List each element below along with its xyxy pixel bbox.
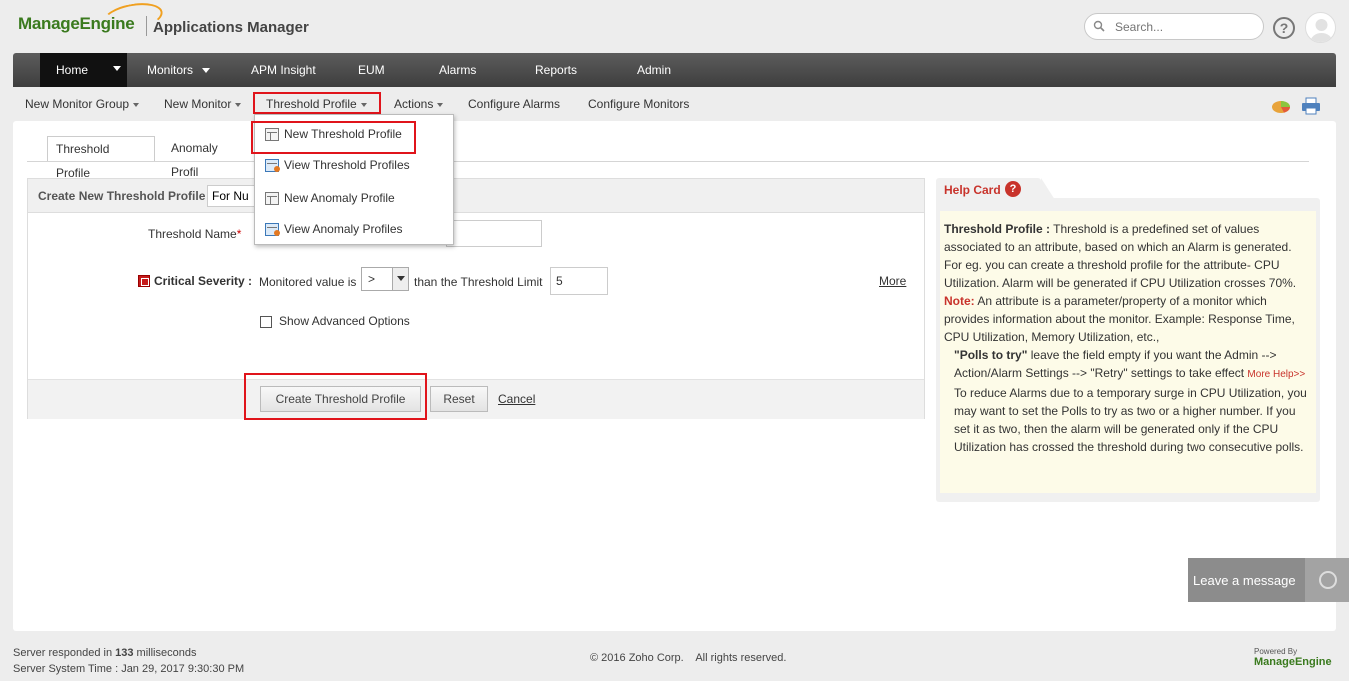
nav-monitors[interactable]: Monitors <box>147 53 211 87</box>
tab-underline <box>27 161 1309 162</box>
nav-admin[interactable]: Admin <box>637 53 671 87</box>
subnav-configure-monitors[interactable]: Configure Monitors <box>588 97 689 111</box>
more-link[interactable]: More <box>879 274 906 288</box>
threshold-name-label: Threshold Name* <box>148 227 241 241</box>
server-info: Server responded in 133 milliseconds Ser… <box>13 645 244 677</box>
help-reduce-paragraph: To reduce Alarms due to a temporary surg… <box>954 386 1307 454</box>
nav-alarms[interactable]: Alarms <box>439 53 476 87</box>
help-polls-term: "Polls to try" <box>954 348 1028 362</box>
condition-select[interactable]: > <box>361 267 409 291</box>
chevron-down-icon[interactable] <box>392 268 408 290</box>
server-system-time: Server System Time : Jan 29, 2017 9:30:3… <box>13 663 245 675</box>
cancel-link[interactable]: Cancel <box>498 392 535 406</box>
help-card-body: Threshold Profile : Threshold is a prede… <box>936 198 1320 502</box>
help-note-paragraph: Note: An attribute is a parameter/proper… <box>944 292 1312 346</box>
critical-severity-label: Critical Severity : <box>154 274 253 288</box>
help-polls-paragraph: "Polls to try" leave the field empty if … <box>944 346 1312 384</box>
print-icon[interactable] <box>1301 97 1321 115</box>
highlight-box-create-button <box>244 373 427 420</box>
tab-threshold-profile[interactable]: Threshold Profile <box>47 136 155 180</box>
highlight-box-new-threshold-profile <box>251 121 416 154</box>
critical-severity-icon <box>138 275 150 287</box>
advanced-options-checkbox[interactable] <box>260 316 272 328</box>
subnav-configure-alarms[interactable]: Configure Alarms <box>468 97 560 111</box>
powered-by-brand: ManageEngine <box>1254 656 1332 668</box>
threshold-form: Create New Threshold Profile For Nu Thre… <box>27 178 925 419</box>
form-footer: Create Threshold Profile Reset Cancel <box>28 379 924 419</box>
help-note-text: An attribute is a parameter/property of … <box>944 294 1295 344</box>
pie-chart-icon[interactable] <box>1271 98 1291 114</box>
sub-nav: New Monitor Group New Monitor Threshold … <box>13 90 1336 120</box>
advanced-options-label: Show Advanced Options <box>279 314 410 328</box>
subnav-new-monitor-label: New Monitor <box>164 97 232 111</box>
view-profiles-icon <box>265 223 280 236</box>
required-mark: * <box>236 227 242 241</box>
nav-apm-insight[interactable]: APM Insight <box>251 53 316 87</box>
main-nav: Home Monitors APM Insight EUM Alarms Rep… <box>13 53 1336 87</box>
threshold-limit-input[interactable]: 5 <box>550 267 608 295</box>
help-card: Help Card ? Threshold Profile : Threshol… <box>936 178 1320 502</box>
powered-by-logo[interactable]: Powered By ManageEngine <box>1254 647 1332 668</box>
threshold-name-text: Threshold Name <box>148 227 237 241</box>
help-threshold-paragraph: Threshold Profile : Threshold is a prede… <box>944 220 1312 292</box>
search-icon <box>1093 20 1105 32</box>
subnav-new-monitor-group-label: New Monitor Group <box>25 97 130 111</box>
top-header: ManageEngine Applications Manager ? <box>0 0 1349 54</box>
help-question-icon: ? <box>1005 181 1021 197</box>
nav-home[interactable]: Home <box>40 53 127 87</box>
view-profiles-icon <box>265 159 280 172</box>
copyright: © 2016 Zoho Corp. All rights reserved. <box>590 652 787 664</box>
app-name: Applications Manager <box>153 19 309 36</box>
subnav-new-monitor[interactable]: New Monitor <box>164 97 242 111</box>
monitored-value-label: Monitored value is <box>259 275 357 289</box>
leave-message-label: Leave a message <box>1193 573 1296 588</box>
help-threshold-term: Threshold Profile : <box>944 222 1051 236</box>
menu-item-label: View Anomaly Profiles <box>284 222 403 236</box>
subnav-actions[interactable]: Actions <box>394 97 444 111</box>
nav-reports[interactable]: Reports <box>535 53 577 87</box>
search-box[interactable] <box>1084 13 1264 40</box>
user-icon <box>1310 19 1333 42</box>
help-card-content: Threshold Profile : Threshold is a prede… <box>940 211 1316 493</box>
form-header: Create New Threshold Profile For Nu <box>28 179 924 213</box>
reset-button[interactable]: Reset <box>430 386 488 412</box>
threshold-limit-label: than the Threshold Limit <box>414 275 543 289</box>
chat-icon[interactable] <box>1305 558 1349 602</box>
threshold-name-input[interactable] <box>446 220 542 247</box>
chevron-down-icon <box>437 102 444 107</box>
chevron-down-icon <box>202 68 211 74</box>
logo-separator <box>146 16 147 36</box>
response-prefix: Server responded in <box>13 647 116 659</box>
condition-value: > <box>368 272 376 286</box>
help-card-tab: Help Card ? <box>936 178 1055 200</box>
user-avatar[interactable] <box>1305 12 1336 43</box>
tab-anomaly-profile[interactable]: Anomaly Profil <box>163 136 253 179</box>
more-help-link[interactable]: More Help>> <box>1247 369 1305 380</box>
help-note-label: Note: <box>944 294 975 308</box>
nav-home-label: Home <box>56 63 89 77</box>
help-icon[interactable]: ? <box>1273 17 1295 39</box>
form-header-label: Create New Threshold Profile <box>38 189 206 203</box>
chevron-down-icon[interactable] <box>113 66 121 71</box>
chevron-down-icon <box>133 102 140 107</box>
menu-item-label: View Threshold Profiles <box>284 158 410 172</box>
chevron-down-icon <box>235 102 242 107</box>
highlight-box-threshold-profile <box>253 92 381 114</box>
powered-by-text: Powered By <box>1254 647 1298 656</box>
menu-item-label: New Anomaly Profile <box>284 191 395 205</box>
nav-monitors-label: Monitors <box>147 63 194 77</box>
subnav-new-monitor-group[interactable]: New Monitor Group <box>25 97 140 111</box>
help-card-title: Help Card <box>944 183 1001 197</box>
response-ms: 133 <box>115 647 134 659</box>
search-input[interactable] <box>1115 18 1255 36</box>
nav-eum[interactable]: EUM <box>358 53 385 87</box>
response-suffix: milliseconds <box>133 647 197 659</box>
manageengine-logo[interactable]: ManageEngine <box>18 0 165 36</box>
server-response-time: Server responded in 133 milliseconds <box>13 645 244 661</box>
new-profile-icon <box>265 192 279 205</box>
subnav-actions-label: Actions <box>394 97 434 111</box>
leave-message-widget[interactable]: Leave a message <box>1188 558 1349 602</box>
